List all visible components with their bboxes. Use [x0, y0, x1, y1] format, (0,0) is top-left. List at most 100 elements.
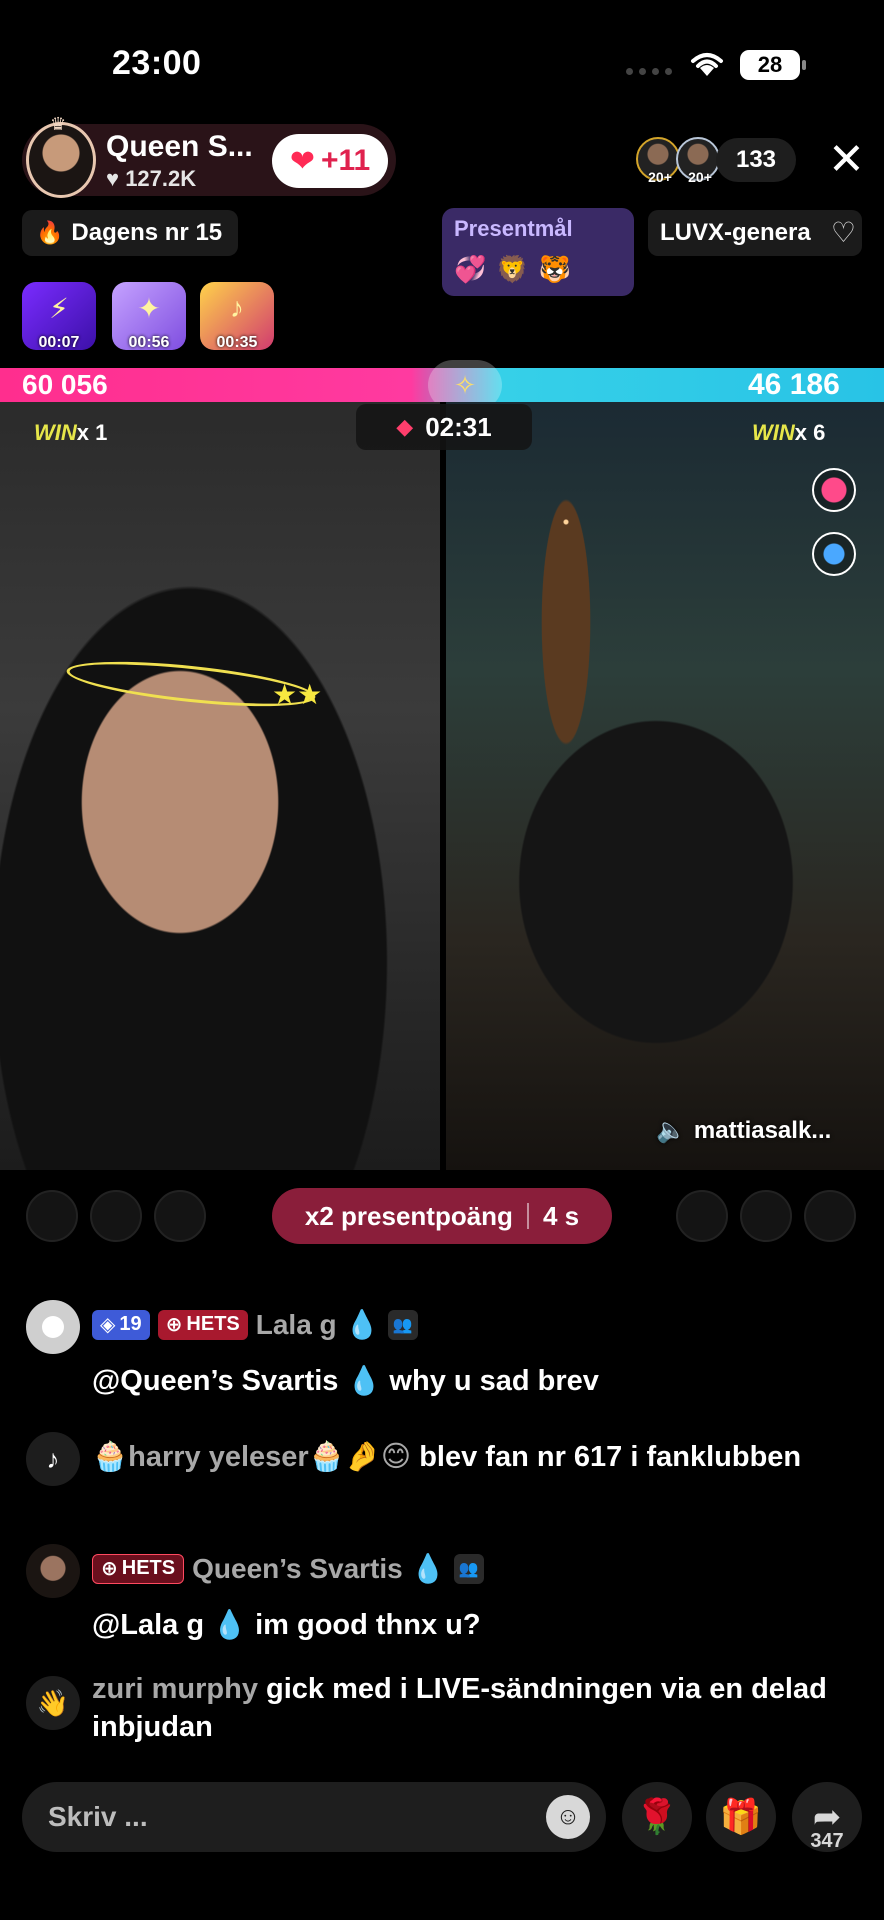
booster-treasure-chest[interactable]: ♪ 00:35 — [200, 282, 274, 351]
chat-message-text: 🧁harry yeleser🧁🤌😊 blev fan nr 617 i fank… — [92, 1438, 852, 1476]
muted-speaker-icon: 🔈 — [656, 1117, 686, 1144]
supporter-avatar[interactable] — [676, 1190, 728, 1242]
booster-glove[interactable]: ✦ 00:56 — [112, 282, 186, 351]
blood-drop-icon: 💧 — [410, 1553, 446, 1584]
chat-mention[interactable]: @Queen’s Svartis — [92, 1365, 338, 1397]
booster-timer: 00:07 — [38, 334, 80, 351]
crown-icon: ♛ — [50, 114, 67, 134]
level-badge: ◈ 19 — [92, 1309, 150, 1340]
fan-club-label: HETS — [186, 1313, 240, 1335]
gift-icon[interactable]: 🎁 — [706, 1782, 776, 1852]
follow-button[interactable]: ❤ +11 — [272, 134, 388, 188]
win-label: WIN — [34, 420, 77, 445]
group-icon: 👥 — [453, 1553, 484, 1584]
supporter-avatar[interactable] — [804, 1190, 856, 1242]
host-likes: ♥ 127.2K — [106, 166, 196, 192]
glove-booster-icon[interactable] — [812, 532, 856, 576]
chat-text: blev fan nr 617 i fanklubben — [419, 1441, 802, 1473]
supporter-avatar[interactable] — [740, 1190, 792, 1242]
wings-icon: ♡ — [830, 217, 856, 248]
blood-drop-icon: 💧 — [344, 1309, 380, 1340]
lightning-booster-icon[interactable] — [812, 468, 856, 512]
top-viewer-avatar[interactable]: 20+ — [636, 137, 680, 185]
host-video-panel[interactable] — [0, 402, 440, 1170]
luvx-generator-chip[interactable]: LUVX-genera ♡ — [648, 210, 862, 256]
daily-rank-chip[interactable]: 🔥 Dagens nr 15 — [22, 210, 238, 256]
opponent-label[interactable]: 🔈 mattiasalk... — [656, 1116, 831, 1145]
multiplier-time: 4 s — [542, 1200, 580, 1231]
fan-club-icon: ⊕ — [165, 1314, 183, 1336]
wave-hand-icon: 👋 — [26, 1676, 80, 1730]
viewer-rank-badge: 20+ — [648, 169, 672, 185]
follow-label: +11 — [320, 144, 371, 177]
supporter-avatar[interactable] — [90, 1190, 142, 1242]
viewer-rank-badge: 20+ — [688, 169, 712, 185]
cellular-signal-icon — [626, 68, 672, 75]
fan-club-badge: ⊕ HETS — [92, 1553, 185, 1584]
chat-message-text: zuri murphy gick med i LIVE-sändningen v… — [92, 1670, 862, 1746]
battle-timer-value: 02:31 — [425, 411, 492, 442]
chat-text: im good thnx u? — [255, 1609, 481, 1641]
chat-username[interactable]: zuri murphy — [92, 1673, 258, 1705]
fan-club-badge: ⊕ HETS — [157, 1309, 248, 1340]
opponent-name: mattiasalk... — [693, 1116, 832, 1144]
win-streak-right: WINx 6 — [752, 420, 825, 446]
diamond-icon: ◈ — [100, 1314, 116, 1336]
supporter-avatar[interactable] — [154, 1190, 206, 1242]
score-right: 46 186 — [748, 368, 840, 401]
multiplier-label: x2 presentpoäng — [304, 1200, 513, 1231]
host-likes-count: 127.2K — [125, 166, 197, 191]
chat-text: why u sad brev — [389, 1365, 599, 1397]
opponent-video-panel[interactable] — [446, 402, 884, 1170]
multiplier-divider — [526, 1203, 529, 1229]
battery-indicator: 28 — [740, 50, 806, 80]
daily-rank-label: Dagens nr 15 — [71, 219, 223, 246]
chat-username[interactable]: 🧁harry yeleser🧁🤌😊 — [92, 1441, 411, 1473]
multiplier-banner: x2 presentpoäng 4 s — [272, 1188, 612, 1244]
flame-icon: 🔥 — [36, 220, 64, 245]
luvx-label: LUVX-genera — [660, 219, 811, 246]
booster-timer: 00:56 — [128, 334, 170, 351]
battle-logo-icon: ◆ — [396, 414, 414, 439]
chat-username[interactable]: Lala g — [256, 1309, 337, 1341]
booster-timer: 00:35 — [216, 334, 258, 351]
win-count: x 6 — [794, 420, 826, 445]
gift-goal-icons: 💞 🦁 🐯 — [454, 254, 571, 285]
star-effect-icon: ★★ — [272, 679, 323, 710]
gift-goal-title: Presentmål — [454, 216, 573, 241]
win-streak-left: WINx 1 — [34, 420, 107, 446]
panel-divider — [440, 402, 446, 1170]
chat-user-avatar[interactable] — [26, 1300, 80, 1354]
glove-icon: ✦ — [137, 293, 161, 324]
blood-drop-icon: 💧 — [212, 1609, 248, 1640]
close-icon[interactable]: ✕ — [828, 138, 865, 182]
blood-drop-icon: 💧 — [346, 1365, 382, 1396]
emoji-icon[interactable]: ☺ — [546, 1795, 590, 1839]
win-label: WIN — [752, 420, 795, 445]
fan-club-icon: ⊕ — [101, 1558, 118, 1580]
chat-user-avatar[interactable] — [26, 1544, 80, 1598]
chat-mention[interactable]: @Lala g — [92, 1609, 204, 1641]
chat-message-text: @Lala g 💧 im good thnx u? — [92, 1606, 481, 1644]
score-left: 60 056 — [22, 369, 108, 400]
comment-input[interactable]: Skriv ... — [22, 1782, 606, 1852]
top-viewer-avatar[interactable]: 20+ — [676, 137, 720, 185]
wifi-icon — [691, 53, 723, 76]
heart-icon: ♥ — [106, 166, 126, 191]
tiktok-note-icon: ♪ — [26, 1432, 80, 1486]
chat-username[interactable]: Queen’s Svartis — [192, 1553, 403, 1585]
group-icon: 👥 — [387, 1309, 418, 1340]
chat-message-text: @Queen’s Svartis 💧 why u sad brev — [92, 1362, 599, 1400]
rose-gift-icon[interactable]: 🌹 — [622, 1782, 692, 1852]
host-name: Queen S... — [106, 130, 253, 163]
supporter-avatar[interactable] — [26, 1190, 78, 1242]
lion-gift-icon: 🦁 — [496, 254, 529, 284]
heart-icon: ❤ — [289, 144, 315, 178]
chat-message-header: ⊕ HETS Queen’s Svartis 💧 👥 — [92, 1552, 484, 1585]
viewer-count[interactable]: 133 — [716, 138, 796, 182]
battle-timer: ◆ 02:31 — [356, 404, 532, 450]
chest-icon: ♪ — [230, 292, 244, 323]
fan-club-label: HETS — [121, 1557, 176, 1579]
booster-lightning[interactable]: ⚡ 00:07 — [22, 282, 96, 351]
level-value: 19 — [119, 1313, 142, 1335]
